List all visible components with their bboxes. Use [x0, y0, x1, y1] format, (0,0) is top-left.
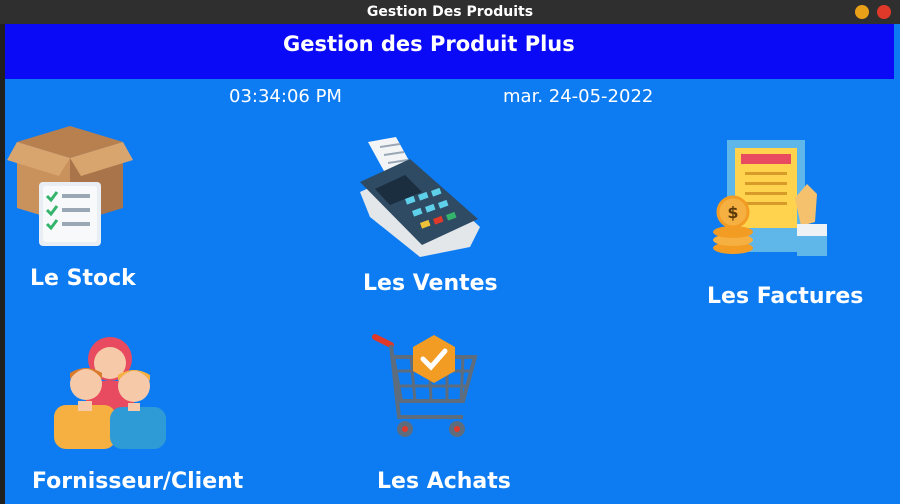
invoice-coins-icon: $ [713, 140, 827, 256]
payment-terminal-icon [360, 137, 480, 257]
svg-text:$: $ [727, 203, 738, 222]
ventes-label: Les Ventes [363, 271, 498, 296]
box-checklist-icon [7, 126, 133, 246]
minimize-button[interactable] [855, 5, 869, 19]
clock-label: 03:34:06 PM [229, 86, 342, 107]
stock-tile[interactable]: Le Stock [5, 124, 136, 299]
header-bar: Gestion des Produit Plus [5, 24, 894, 79]
main-panel: Gestion des Produit Plus 03:34:06 PM mar… [5, 24, 900, 504]
people-group-icon [54, 337, 166, 449]
date-label: mar. 24-05-2022 [503, 86, 654, 107]
window-title: Gestion Des Produits [366, 4, 534, 20]
factures-tile[interactable]: $ Les Factures [705, 136, 863, 309]
shopping-cart-icon [372, 334, 478, 437]
achats-label: Les Achats [377, 469, 511, 494]
factures-label: Les Factures [707, 284, 864, 309]
achats-tile[interactable]: Les Achats [365, 329, 515, 499]
fornisseur-client-tile[interactable]: Fornisseur/Client [25, 329, 243, 499]
ventes-tile[interactable]: Les Ventes [355, 134, 505, 304]
close-button[interactable] [877, 5, 891, 19]
window-titlebar[interactable]: Gestion Des Produits [0, 0, 900, 24]
stock-label: Le Stock [30, 266, 136, 291]
app-window: Gestion Des Produits Gestion des Produit… [0, 0, 900, 504]
page-title: Gestion des Produit Plus [283, 32, 575, 56]
fornisseur-client-label: Fornisseur/Client [32, 469, 244, 494]
